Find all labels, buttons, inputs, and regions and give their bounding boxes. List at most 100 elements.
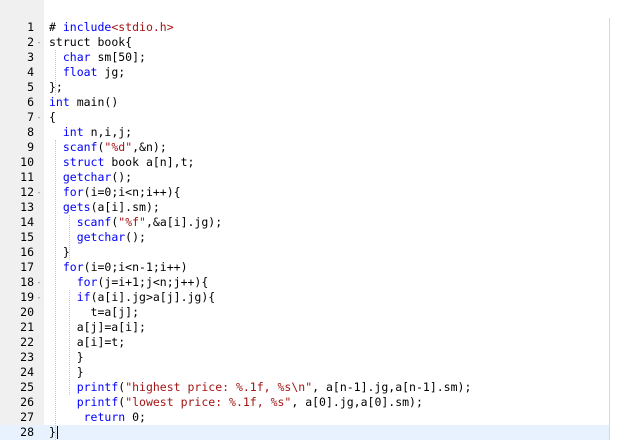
function-token: scanf <box>62 140 98 154</box>
code-line[interactable]: 28} <box>0 425 609 440</box>
code-text: for(j=i+1;j<n;j++){ <box>49 275 209 290</box>
keyword-token: float <box>62 65 98 79</box>
code-text: scanf("%f",&a[i].jg); <box>49 215 222 230</box>
code-token: 0; <box>125 410 146 424</box>
code-line[interactable]: 20 t=a[j]; <box>0 305 609 320</box>
code-line[interactable]: 21 a[j]=a[i]; <box>0 320 609 335</box>
code-text: struct book{ <box>49 35 132 50</box>
code-line[interactable]: 27 return 0; <box>0 410 609 425</box>
code-text: printf("lowest price: %.1f, %s", a[0].jg… <box>49 395 423 410</box>
code-line[interactable]: 12- for(i=0;i<n;i++){ <box>0 185 609 200</box>
code-token: # <box>49 20 63 34</box>
keyword-token: int <box>49 95 70 109</box>
code-token: ,&a[i].jg); <box>145 215 223 229</box>
line-number: 9 <box>27 140 34 154</box>
line-number: 8 <box>27 125 34 139</box>
fold-toggle-icon[interactable]: - <box>35 185 43 200</box>
code-line[interactable]: 11 getchar(); <box>0 170 609 185</box>
fold-toggle-icon[interactable]: - <box>35 110 43 125</box>
code-line[interactable]: 22 a[i]=t; <box>0 335 609 350</box>
line-number: 4 <box>27 65 34 79</box>
fold-toggle-icon[interactable]: - <box>35 290 43 305</box>
line-number: 10 <box>20 155 34 169</box>
line-number: 11 <box>20 170 34 184</box>
code-token: a[j]=a[i]; <box>49 320 146 334</box>
fold-toggle-icon[interactable]: - <box>35 35 43 50</box>
code-token: main() <box>69 95 119 109</box>
line-number: 20 <box>20 305 34 319</box>
code-token: (i=0;i<n-1;i++) <box>83 260 188 274</box>
keyword-token: include <box>62 20 112 34</box>
code-line[interactable]: 9 scanf("%d",&n); <box>0 140 609 155</box>
code-text: printf("highest price: %.1f, %s\n", a[n-… <box>49 380 472 395</box>
code-token: { <box>49 110 56 124</box>
code-line[interactable]: 24 } <box>0 365 609 380</box>
code-line[interactable]: 26 printf("lowest price: %.1f, %s", a[0]… <box>0 395 609 410</box>
indent-guide <box>55 140 56 440</box>
function-token: scanf <box>76 215 112 229</box>
code-token: ,&n); <box>132 140 167 154</box>
keyword-token: struct <box>62 155 105 169</box>
function-token: gets <box>62 200 91 214</box>
code-line[interactable]: 6 int main() <box>0 95 609 110</box>
line-number: 14 <box>20 215 34 229</box>
code-token: a[i]=t; <box>49 335 126 349</box>
line-number: 16 <box>20 245 34 259</box>
code-text: for(i=0;i<n;i++){ <box>49 185 181 200</box>
line-number: 28 <box>20 425 34 439</box>
code-line[interactable]: 14 scanf("%f",&a[i].jg); <box>0 215 609 230</box>
function-token: getchar <box>76 230 126 244</box>
code-text: int main() <box>49 95 118 110</box>
code-line[interactable]: 15 getchar(); <box>0 230 609 245</box>
code-token: (); <box>111 170 133 184</box>
code-text: if(a[i].jg>a[j].jg){ <box>49 290 215 305</box>
editor-right-edge <box>609 18 610 440</box>
code-text: } <box>49 245 70 260</box>
fold-toggle-icon[interactable]: - <box>35 275 43 290</box>
line-number: 6 <box>27 95 34 109</box>
code-line[interactable]: 23 } <box>0 350 609 365</box>
code-token: (); <box>125 230 146 244</box>
code-token: (i=0;i<n;i++){ <box>83 185 181 199</box>
line-number: 26 <box>20 395 34 409</box>
code-text: scanf("%d",&n); <box>49 140 167 155</box>
line-number: 12 <box>20 185 34 199</box>
code-line[interactable]: 1 # include<stdio.h> <box>0 20 609 35</box>
code-editor[interactable]: 1 # include<stdio.h> 2- struct book{3 char … <box>0 0 626 440</box>
line-number: 21 <box>20 320 34 334</box>
line-number: 25 <box>20 380 34 394</box>
code-line[interactable]: 5}; <box>0 80 609 95</box>
string-token: "%d" <box>104 140 133 154</box>
code-line[interactable]: 25 printf("highest price: %.1f, %s\n", a… <box>0 380 609 395</box>
code-text: t=a[j]; <box>49 305 139 320</box>
code-token: struct <box>49 35 91 49</box>
code-line[interactable]: 4 float jg; <box>0 65 609 80</box>
line-number: 5 <box>27 80 34 94</box>
code-token: (j=i+1;j<n;j++){ <box>97 275 209 289</box>
code-line[interactable]: 3 char sm[50]; <box>0 50 609 65</box>
text-cursor <box>57 426 58 439</box>
code-line[interactable]: 16 } <box>0 245 609 260</box>
line-number: 18 <box>20 275 34 289</box>
string-token: "%f" <box>118 215 146 229</box>
code-token: book a[n],t; <box>104 155 195 169</box>
code-line[interactable]: 7-{ <box>0 110 609 125</box>
code-line[interactable]: 17 for(i=0;i<n-1;i++) <box>0 260 609 275</box>
code-line[interactable]: 10 struct book a[n],t; <box>0 155 609 170</box>
string-token: "lowest price: %.1f, %s" <box>125 395 292 409</box>
line-number: 7 <box>27 110 34 124</box>
string-token: "highest price: %.1f, %s\n" <box>125 380 313 394</box>
code-text: struct book a[n],t; <box>49 155 195 170</box>
code-line[interactable]: 19- if(a[i].jg>a[j].jg){ <box>0 290 609 305</box>
string-token: <stdio.h> <box>111 20 174 34</box>
code-line[interactable]: 13 gets(a[i].sm); <box>0 200 609 215</box>
code-line[interactable]: 2- struct book{ <box>0 35 609 50</box>
code-line[interactable]: 8 int n,i,j; <box>0 125 609 140</box>
function-token: printf <box>76 380 119 394</box>
code-text: for(i=0;i<n-1;i++) <box>49 260 188 275</box>
code-line[interactable]: 18- for(j=i+1;j<n;j++){ <box>0 275 609 290</box>
